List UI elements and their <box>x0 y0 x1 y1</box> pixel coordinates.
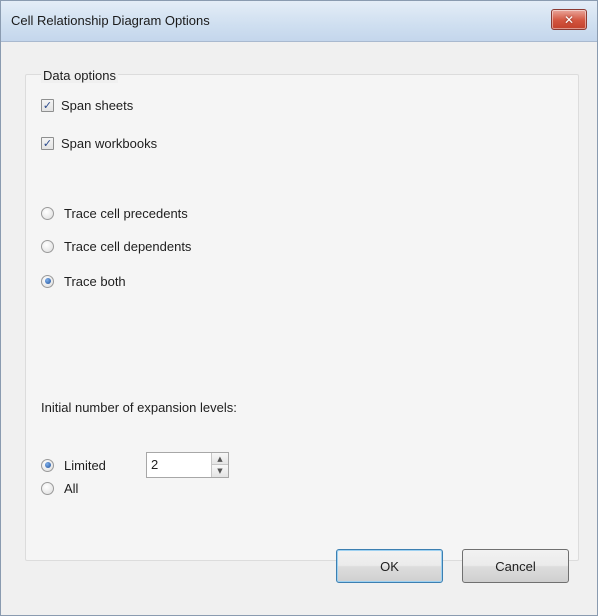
all-radio[interactable]: All <box>41 478 78 498</box>
spinner-buttons: ▲ ▼ <box>211 453 228 477</box>
title-bar[interactable]: Cell Relationship Diagram Options ✕ <box>1 1 597 42</box>
arrow-up-icon: ▲ <box>217 454 223 463</box>
checkmark-icon: ✓ <box>42 136 53 150</box>
all-label: All <box>64 480 79 496</box>
arrow-down-icon: ▼ <box>217 467 223 475</box>
trace-dependents-radio-circle[interactable] <box>41 239 54 253</box>
dialog-body: Data options ✓ Span sheets ✓ Span workbo… <box>1 42 597 615</box>
data-options-legend: Data options <box>41 68 118 83</box>
limited-label: Limited <box>64 457 106 473</box>
span-sheets-checkbox[interactable]: ✓ Span sheets <box>41 95 133 115</box>
cancel-button[interactable]: Cancel <box>462 549 569 583</box>
expansion-levels-label: Initial number of expansion levels: <box>41 400 237 415</box>
span-workbooks-checkbox[interactable]: ✓ Span workbooks <box>41 133 157 153</box>
trace-precedents-radio[interactable]: Trace cell precedents <box>41 203 188 223</box>
trace-dependents-radio[interactable]: Trace cell dependents <box>41 236 191 256</box>
trace-precedents-label: Trace cell precedents <box>64 205 188 221</box>
all-radio-circle[interactable] <box>41 481 54 495</box>
limited-radio-circle[interactable] <box>41 458 54 472</box>
window-title: Cell Relationship Diagram Options <box>11 13 210 28</box>
trace-dependents-label: Trace cell dependents <box>64 238 192 254</box>
span-workbooks-label: Span workbooks <box>61 135 158 151</box>
radio-selected-dot <box>44 278 51 284</box>
span-workbooks-check-box[interactable]: ✓ <box>41 136 54 150</box>
close-button[interactable]: ✕ <box>551 9 587 30</box>
expansion-levels-value[interactable]: 2 <box>151 457 158 472</box>
dialog-window: Cell Relationship Diagram Options ✕ Data… <box>0 0 598 616</box>
trace-both-radio-circle[interactable] <box>41 274 54 288</box>
span-sheets-check-box[interactable]: ✓ <box>41 98 54 112</box>
checkmark-icon: ✓ <box>42 98 53 112</box>
expansion-levels-spinner[interactable]: 2 ▲ ▼ <box>146 452 229 478</box>
spin-up-button[interactable]: ▲ <box>212 453 228 465</box>
ok-button[interactable]: OK <box>336 549 443 583</box>
trace-both-radio[interactable]: Trace both <box>41 271 126 291</box>
span-sheets-label: Span sheets <box>61 97 134 113</box>
spin-down-button[interactable]: ▼ <box>212 465 228 477</box>
limited-radio[interactable]: Limited <box>41 455 106 475</box>
trace-precedents-radio-circle[interactable] <box>41 206 54 220</box>
close-icon: ✕ <box>563 12 575 27</box>
radio-selected-dot <box>44 462 51 468</box>
trace-both-label: Trace both <box>64 273 126 289</box>
